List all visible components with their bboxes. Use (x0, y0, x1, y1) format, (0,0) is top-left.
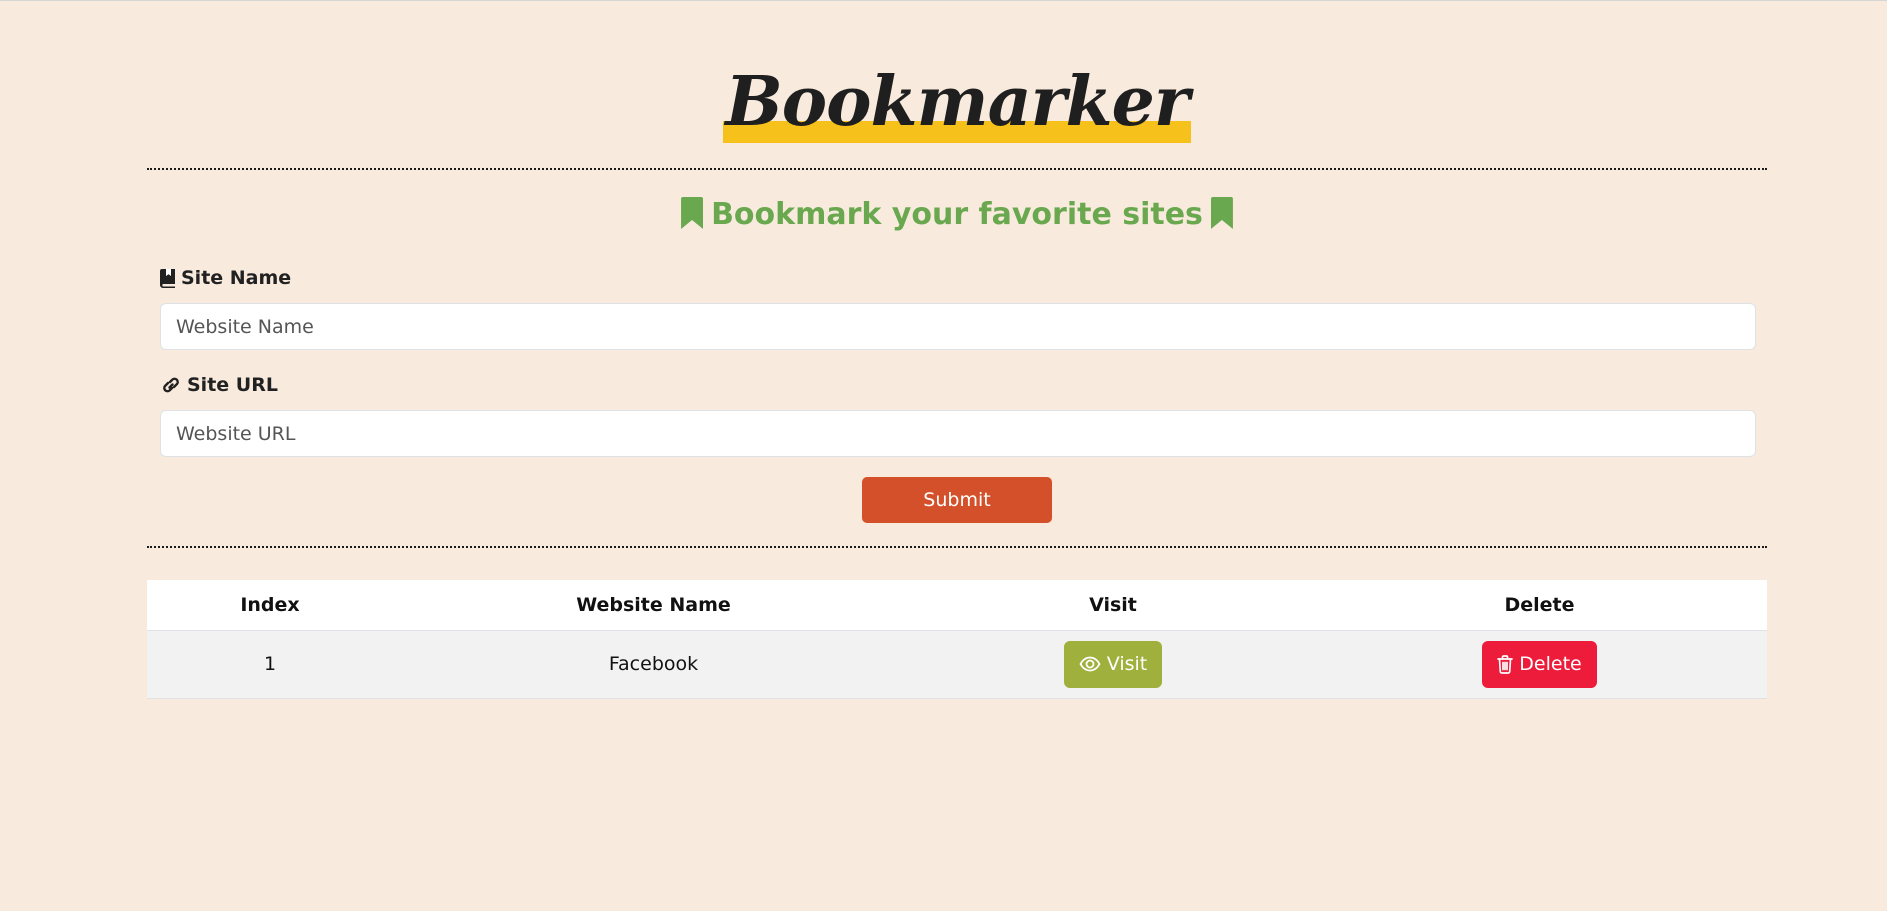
table-header-row: Index Website Name Visit Delete (147, 580, 1767, 631)
bookmark-icon (1210, 197, 1233, 229)
visit-button-label: Visit (1106, 653, 1148, 675)
visit-button[interactable]: Visit (1063, 640, 1163, 688)
site-name-label: Site Name (160, 267, 291, 289)
delete-button[interactable]: Delete (1482, 640, 1597, 688)
bookmarks-table: Index Website Name Visit Delete 1 Facebo… (147, 580, 1767, 699)
row-index: 1 (263, 653, 277, 675)
header-website-name: Website Name (393, 580, 914, 631)
app-logo: Bookmarker (723, 62, 1192, 143)
site-name-input[interactable] (160, 303, 1756, 350)
link-icon (160, 375, 182, 395)
site-url-input[interactable] (160, 410, 1756, 457)
site-url-label-text: Site URL (187, 374, 278, 396)
site-name-label-text: Site Name (181, 267, 292, 289)
header-index: Index (147, 580, 393, 631)
bottom-divider (147, 546, 1767, 548)
book-bookmark-icon (160, 268, 176, 288)
header: Bookmarker (147, 62, 1767, 143)
trash-icon (1497, 654, 1514, 674)
page-subtitle: Bookmark your favorite sites (147, 195, 1767, 235)
row-delete-cell: Delete (1312, 630, 1767, 698)
row-visit-cell: Visit (914, 630, 1312, 698)
table-row: 1 Facebook Visit Delete (147, 630, 1767, 698)
eye-icon (1079, 656, 1101, 672)
delete-button-label: Delete (1519, 653, 1582, 675)
header-visit: Visit (914, 580, 1312, 631)
subtitle-text: Bookmark your favorite sites (711, 197, 1203, 232)
top-divider (147, 168, 1767, 170)
submit-button[interactable]: Submit (862, 477, 1052, 523)
bookmark-icon (681, 197, 704, 229)
site-url-label: Site URL (160, 374, 278, 396)
app-logo-text: Bookmarker (725, 62, 1189, 142)
row-website-name: Facebook (608, 653, 699, 675)
header-delete: Delete (1312, 580, 1767, 631)
